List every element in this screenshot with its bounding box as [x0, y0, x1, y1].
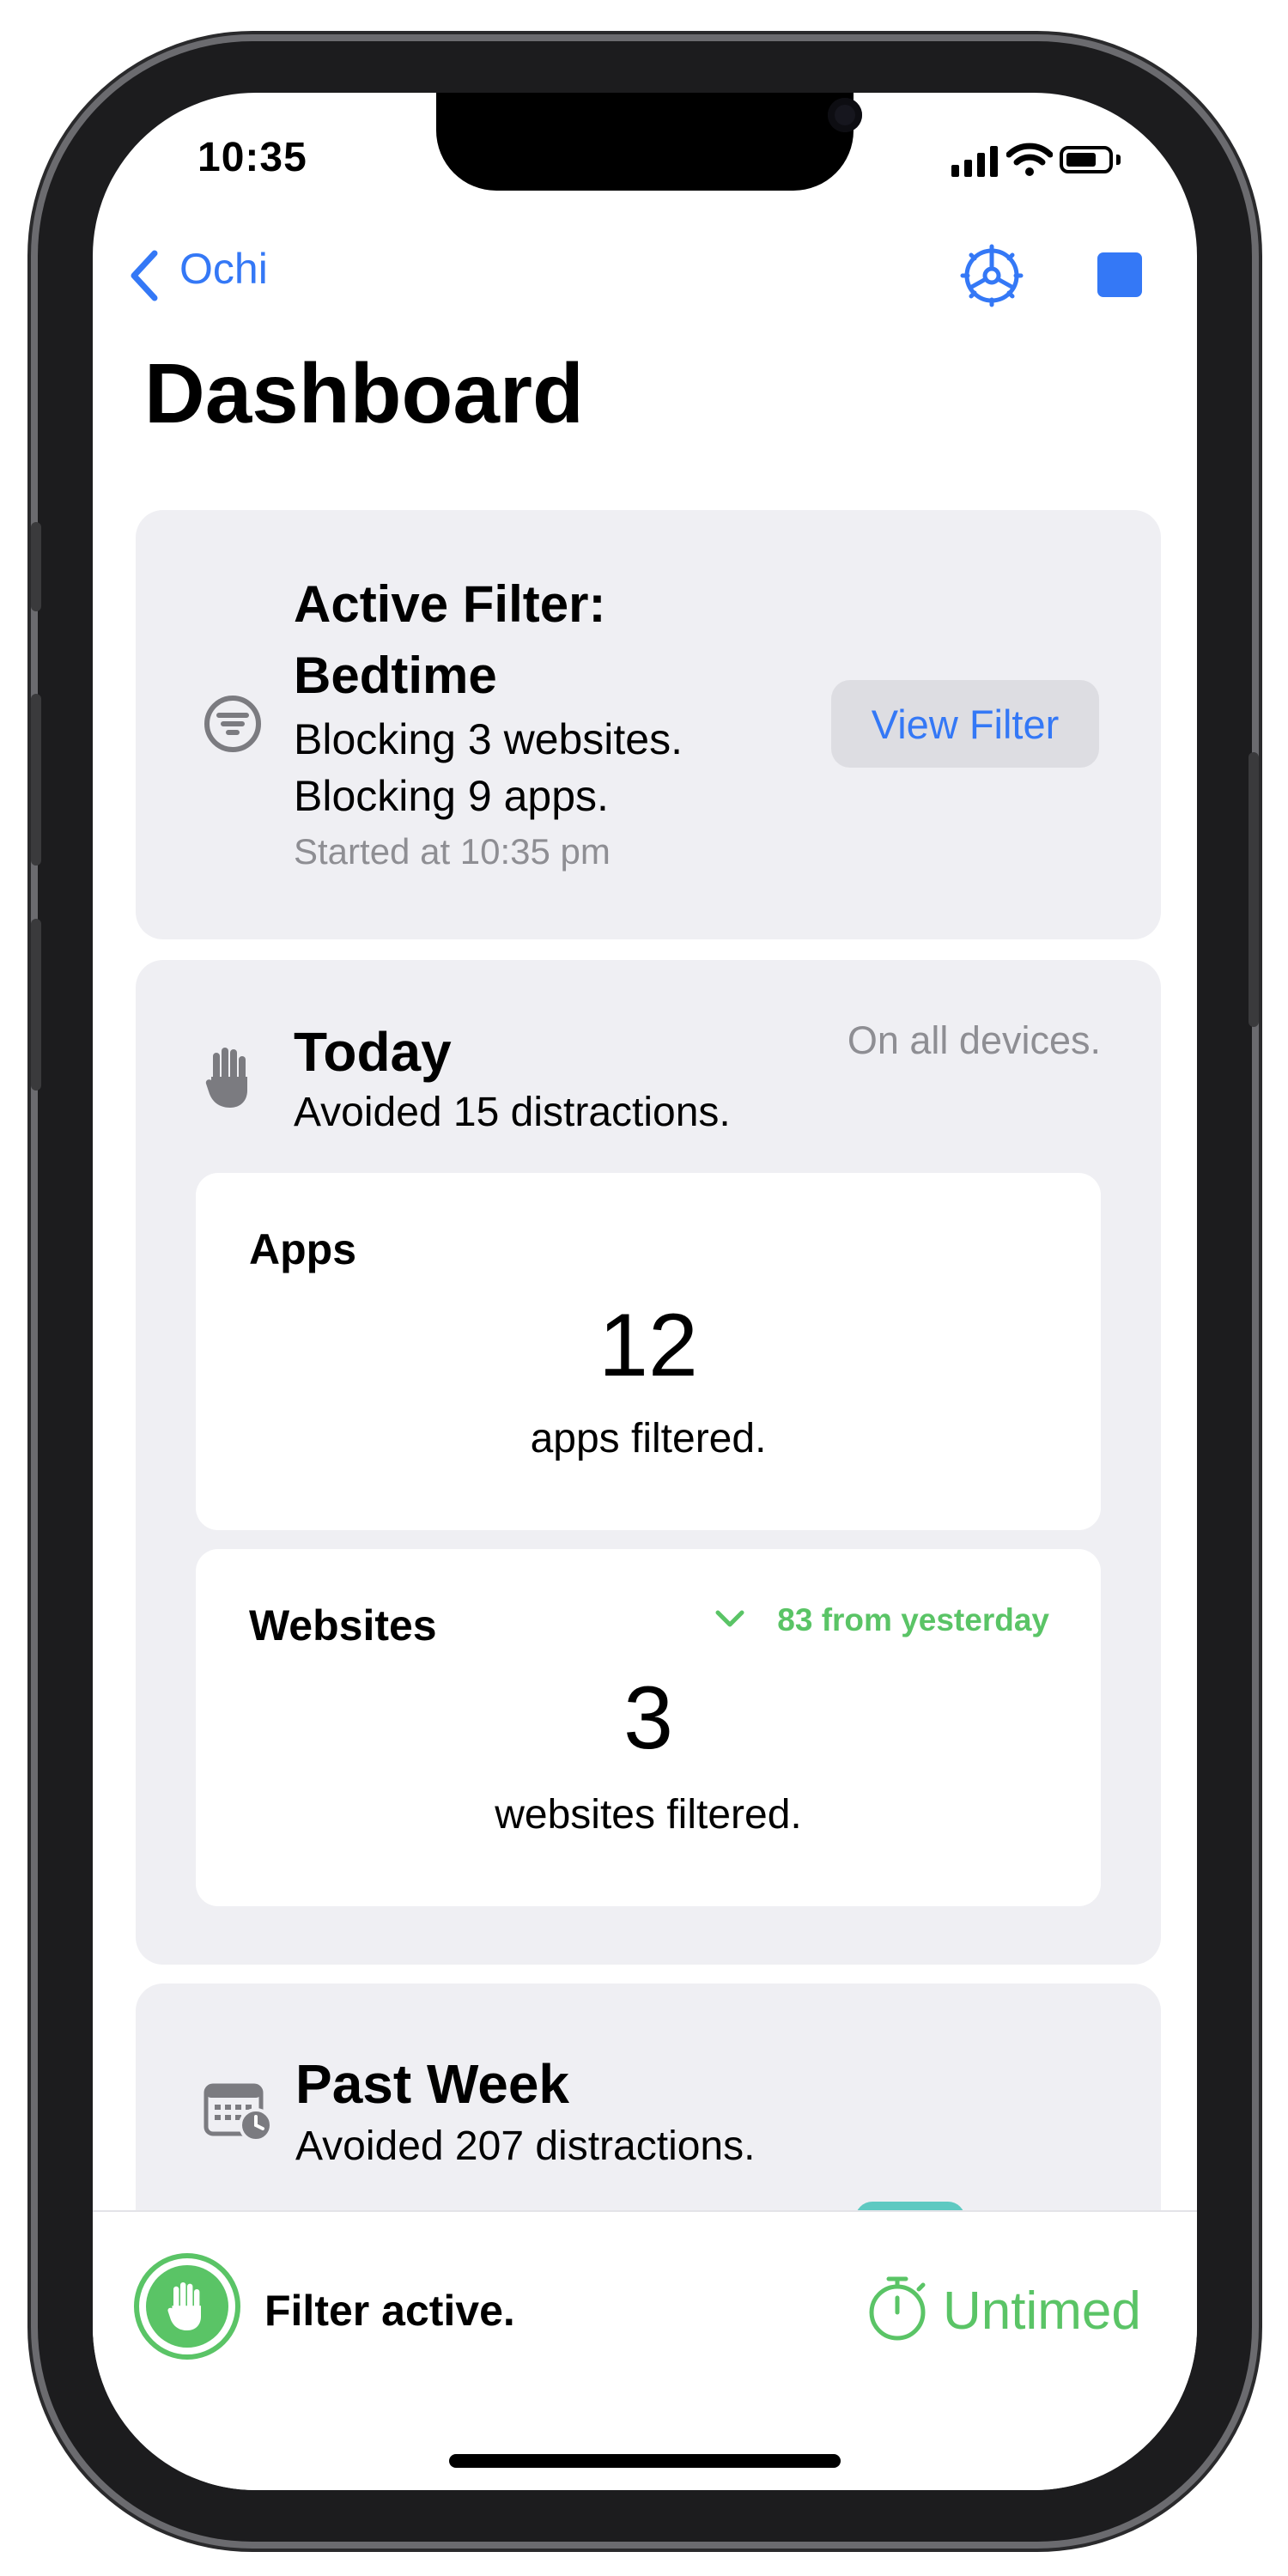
today-subtitle: Avoided 15 distractions.: [294, 1090, 731, 1135]
timer-mode-button[interactable]: Untimed: [943, 2281, 1141, 2342]
websites-trend-label: 83 from yesterday: [777, 1602, 1049, 1637]
past-week-title: Past Week: [295, 2053, 569, 2115]
hand-icon: [205, 1048, 247, 1108]
blocking-apps-text: Blocking 9 apps.: [294, 772, 609, 820]
past-week-subtitle: Avoided 207 distractions.: [295, 2123, 756, 2169]
battery-icon: [1060, 146, 1113, 173]
volume-down-button: [31, 919, 41, 1091]
bottom-status-bar: [93, 2210, 1197, 2490]
apps-filtered-count: 12: [598, 1296, 698, 1395]
settings-gear-icon[interactable]: [960, 244, 1024, 307]
apps-stat-title: Apps: [249, 1225, 356, 1273]
page-title: Dashboard: [144, 346, 584, 440]
blocking-websites-text: Blocking 3 websites.: [294, 715, 683, 763]
device-scope-label: On all devices.: [847, 1018, 1101, 1062]
home-indicator[interactable]: [449, 2454, 841, 2468]
calendar-clock-icon: [204, 2083, 273, 2142]
volume-up-button: [31, 694, 41, 866]
apps-filtered-caption: apps filtered.: [530, 1416, 767, 1461]
battery-nub: [1116, 155, 1121, 165]
websites-stat-title: Websites: [249, 1601, 437, 1649]
camera-icon: [828, 98, 862, 132]
stop-button[interactable]: [1097, 252, 1142, 297]
back-button[interactable]: Ochi: [179, 244, 268, 294]
filter-started-time: Started at 10:35 pm: [294, 831, 611, 872]
websites-filtered-caption: websites filtered.: [495, 1792, 802, 1838]
battery-level: [1066, 153, 1096, 167]
filter-icon: [204, 696, 261, 752]
screen: 10:35 Ochi Dashboard Active Filter: Bedt…: [93, 93, 1197, 2490]
power-button: [1249, 752, 1259, 1027]
today-title: Today: [294, 1021, 452, 1083]
hand-icon: [167, 2282, 201, 2330]
view-filter-button[interactable]: View Filter: [831, 680, 1099, 768]
stopwatch-icon[interactable]: [866, 2274, 929, 2342]
past-week-card[interactable]: [136, 1984, 1161, 2241]
mute-switch: [31, 522, 41, 611]
cellular-signal-icon: [951, 146, 1006, 177]
notch: [436, 93, 862, 191]
wifi-icon: [1006, 143, 1053, 176]
back-chevron-icon[interactable]: [127, 250, 161, 301]
active-filter-title: Active Filter: Bedtime: [294, 575, 606, 704]
chevron-down-icon: [715, 1610, 744, 1627]
websites-filtered-count: 3: [623, 1668, 673, 1768]
filter-toggle-fill: [146, 2265, 228, 2348]
status-time: 10:35: [197, 135, 307, 180]
filter-status-text: Filter active.: [264, 2287, 515, 2335]
filter-toggle-button[interactable]: [134, 2253, 240, 2360]
